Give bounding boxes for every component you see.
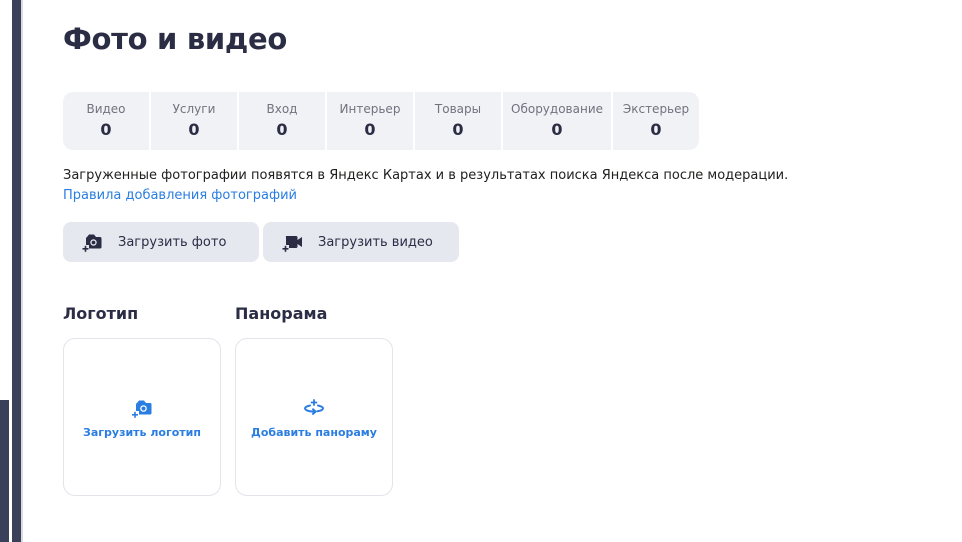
add-panorama-label: Добавить панораму <box>251 425 377 439</box>
upload-photo-button[interactable]: Загрузить фото <box>63 222 259 262</box>
panorama-rotate-icon <box>303 398 325 415</box>
left-edge-bar <box>12 0 21 542</box>
left-window-edge <box>0 0 23 542</box>
upload-photo-label: Загрузить фото <box>118 234 227 250</box>
stat-label: Товары <box>434 102 482 116</box>
stat-label: Вход <box>266 102 298 116</box>
stat-label: Видео <box>86 102 126 116</box>
media-stats: Видео 0 Услуги 0 Вход 0 Интерьер 0 Товар… <box>63 92 699 150</box>
stat-goods[interactable]: Товары 0 <box>415 92 501 150</box>
camera-plus-icon <box>82 234 102 252</box>
stat-label: Интерьер <box>339 102 401 116</box>
moderation-note: Загруженные фотографии появятся в Яндекс… <box>63 168 789 183</box>
stat-exterior[interactable]: Экстерьер 0 <box>613 92 699 150</box>
stat-value: 0 <box>551 120 563 139</box>
video-camera-plus-icon <box>282 236 302 252</box>
photo-video-panel: Фото и видео Видео 0 Услуги 0 Вход 0 Инт… <box>63 0 923 542</box>
upload-logo-label: Загрузить логотип <box>83 425 201 439</box>
stat-services[interactable]: Услуги 0 <box>151 92 237 150</box>
upload-video-button[interactable]: Загрузить видео <box>263 222 459 262</box>
stat-equipment[interactable]: Оборудование 0 <box>503 92 611 150</box>
add-panorama-card[interactable]: Добавить панораму <box>235 338 393 496</box>
stat-value: 0 <box>100 120 112 139</box>
stat-value: 0 <box>650 120 662 139</box>
logo-section-title: Логотип <box>63 304 139 323</box>
stat-value: 0 <box>364 120 376 139</box>
page-title: Фото и видео <box>63 22 288 56</box>
stat-label: Оборудование <box>511 102 603 116</box>
photo-rules-link[interactable]: Правила добавления фотографий <box>63 187 297 205</box>
upload-video-label: Загрузить видео <box>318 234 433 250</box>
stat-value: 0 <box>276 120 288 139</box>
stat-label: Экстерьер <box>622 102 690 116</box>
stat-entrance[interactable]: Вход 0 <box>239 92 325 150</box>
stat-interior[interactable]: Интерьер 0 <box>327 92 413 150</box>
panorama-section-title: Панорама <box>235 304 328 323</box>
stat-value: 0 <box>452 120 464 139</box>
stat-value: 0 <box>188 120 200 139</box>
stat-video[interactable]: Видео 0 <box>63 92 149 150</box>
upload-logo-card[interactable]: Загрузить логотип <box>63 338 221 496</box>
left-edge-dark <box>0 400 9 542</box>
stat-label: Услуги <box>172 102 216 116</box>
camera-plus-icon <box>132 400 152 418</box>
left-edge-divider <box>21 0 23 542</box>
